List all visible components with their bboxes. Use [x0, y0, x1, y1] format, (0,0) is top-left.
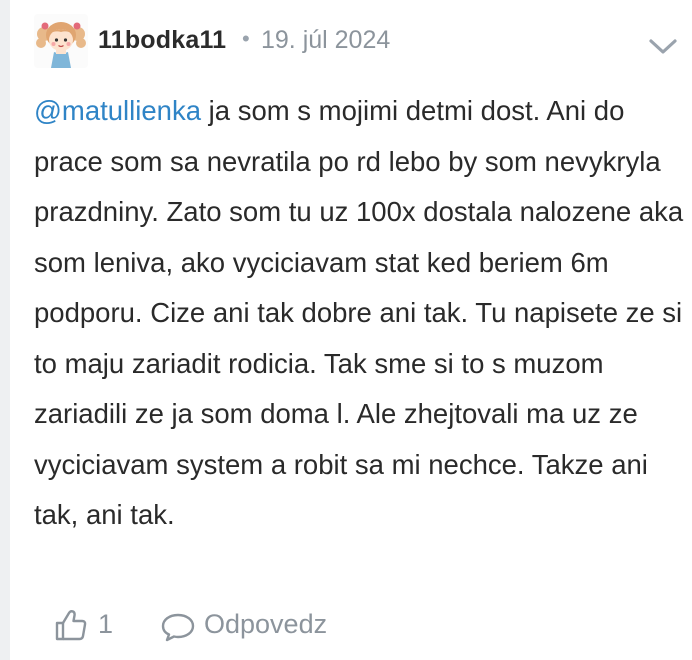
- mention-link[interactable]: @matullienka: [34, 95, 201, 126]
- avatar[interactable]: [34, 14, 88, 68]
- reply-label: Odpovedz: [204, 609, 328, 639]
- comment-date: 19. júl 2024: [261, 26, 391, 54]
- speech-bubble-icon: [161, 613, 195, 642]
- avatar-girl-illustration: [34, 14, 88, 68]
- like-button[interactable]: 1: [52, 604, 124, 650]
- comment-text: ja som s mojimi detmi dost. Ani do prace…: [34, 95, 684, 530]
- like-count: 1: [98, 609, 114, 639]
- chevron-down-icon: [649, 39, 677, 54]
- comment-body: @matullienka ja som s mojimi detmi dost.…: [34, 86, 686, 541]
- comment-header: 11bodka11 • 19. júl 2024: [34, 14, 692, 70]
- comment-card: 11bodka11 • 19. júl 2024 @matullienka ja…: [0, 0, 692, 660]
- thread-indent-rule: [0, 0, 10, 660]
- thumbs-up-icon: [55, 610, 87, 641]
- comment-menu-button[interactable]: [648, 36, 678, 56]
- author-name[interactable]: 11bodka11: [98, 26, 226, 55]
- meta-separator: •: [242, 26, 250, 51]
- reply-button[interactable]: Odpovedz: [160, 604, 360, 650]
